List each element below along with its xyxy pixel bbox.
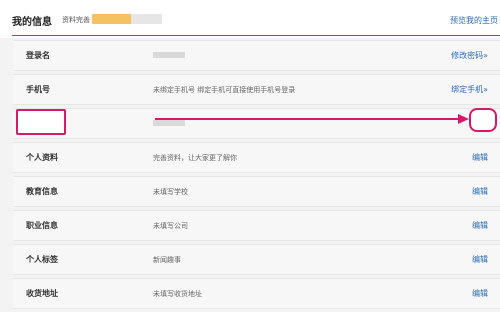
row-value: 未绑定手机号 绑定手机可直接使用手机号登录 xyxy=(153,86,296,94)
login-name-masked xyxy=(153,51,185,59)
row-label: 收货地址 xyxy=(26,289,58,298)
edit-education-link[interactable]: 编辑 xyxy=(472,186,488,197)
profile-completion-fill xyxy=(92,14,131,24)
bind-phone-link[interactable]: 绑定手机» xyxy=(451,84,488,95)
nickname-highlight-box xyxy=(16,109,66,135)
row-label: 职业信息 xyxy=(26,221,58,230)
edit-profile-link[interactable]: 编辑 xyxy=(472,152,488,163)
row-value: 未填写学校 xyxy=(153,188,188,196)
edit-address-link[interactable]: 编辑 xyxy=(472,288,488,299)
profile-completion-label: 资料完善 xyxy=(62,16,90,24)
pointer-arrow xyxy=(155,114,469,124)
info-header: 我的信息 资料完善 预览我的主页 xyxy=(0,0,500,38)
row-address: 收货地址 未填写收货地址 编辑 xyxy=(13,278,500,309)
row-career: 职业信息 未填写公司 编辑 xyxy=(13,210,500,241)
profile-completion-bar xyxy=(92,14,162,24)
row-education: 教育信息 未填写学校 编辑 xyxy=(13,176,500,207)
row-label: 个人标签 xyxy=(26,255,58,264)
row-profile: 个人资料 完善资料，让大家更了解你 编辑 xyxy=(13,142,500,173)
change-password-link[interactable]: 修改密码» xyxy=(451,50,488,61)
row-login-name: 登录名 修改密码» xyxy=(13,40,500,71)
masked-value xyxy=(153,52,185,58)
row-phone: 手机号 未绑定手机号 绑定手机可直接使用手机号登录 绑定手机» xyxy=(13,74,500,105)
edit-highlight-box xyxy=(469,108,497,132)
row-value: 未填写收货地址 xyxy=(153,290,202,298)
row-value: 未填写公司 xyxy=(153,222,188,230)
row-label: 教育信息 xyxy=(26,187,58,196)
header-divider xyxy=(12,35,500,36)
info-list: 登录名 修改密码» 手机号 未绑定手机号 绑定手机可直接使用手机号登录 绑定手机… xyxy=(13,40,500,312)
row-tags: 个人标签 新闻趣事 编辑 xyxy=(13,244,500,275)
row-label: 手机号 xyxy=(26,85,50,94)
preview-homepage-link[interactable]: 预览我的主页 xyxy=(450,15,498,26)
row-label: 个人资料 xyxy=(26,153,58,162)
page-title: 我的信息 xyxy=(12,17,52,28)
row-label: 登录名 xyxy=(26,51,50,60)
row-value: 新闻趣事 xyxy=(153,256,181,264)
edit-career-link[interactable]: 编辑 xyxy=(472,220,488,231)
edit-tags-link[interactable]: 编辑 xyxy=(472,254,488,265)
row-value: 完善资料，让大家更了解你 xyxy=(153,154,237,162)
